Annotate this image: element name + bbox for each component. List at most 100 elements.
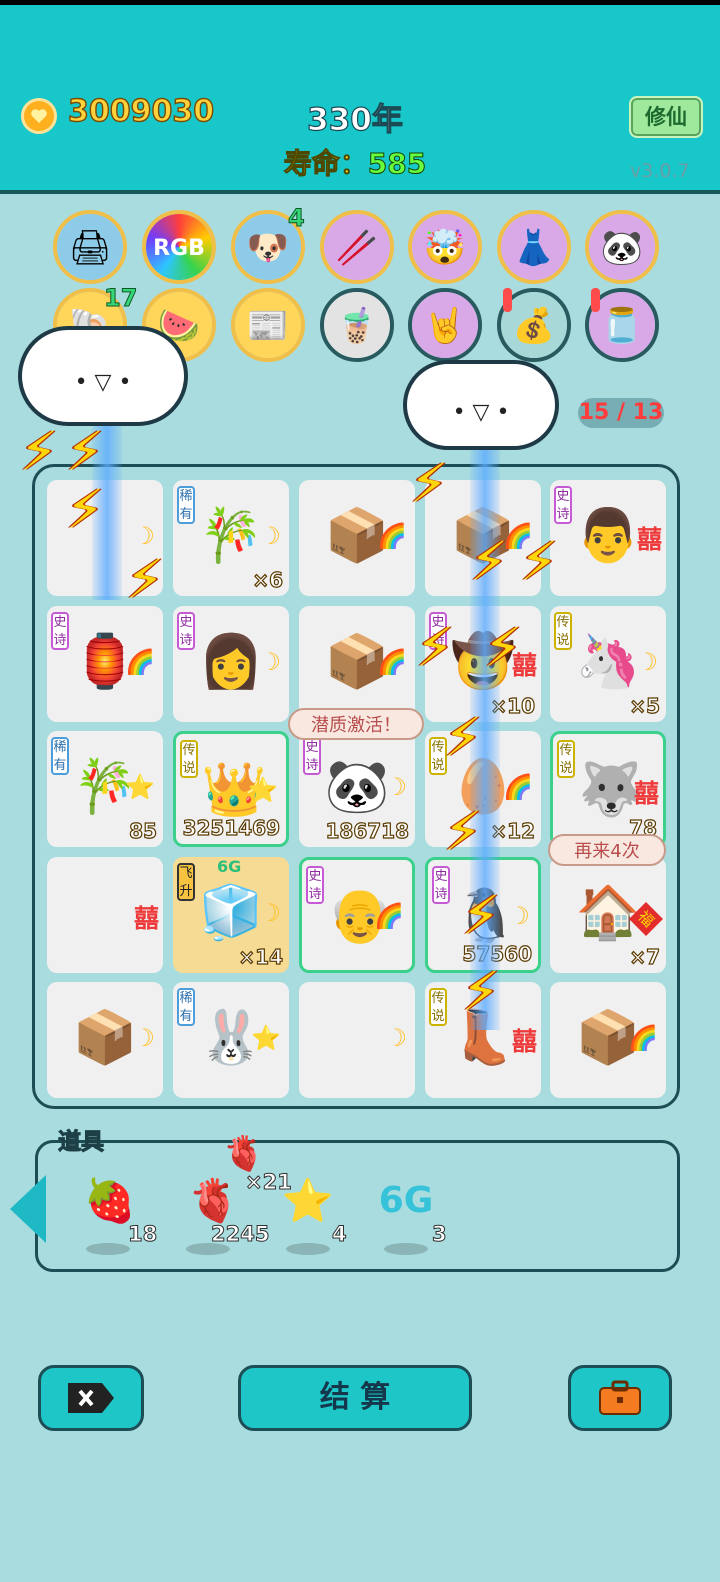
skirt-icon[interactable]: 👗 (497, 210, 571, 284)
scribble-head-icon[interactable]: 🤯 (408, 210, 482, 284)
slot-cell[interactable]: 史诗 👨 囍 (550, 480, 666, 596)
liver-count: 2245 (210, 1222, 270, 1247)
slot-cell[interactable]: 传说 👑 ⭐ 3251469 (173, 731, 289, 847)
rock-hand-icon[interactable]: 🤘 (408, 288, 482, 362)
moon-icon: ☽ (385, 1024, 407, 1052)
slot-cell[interactable]: 稀有 🐰 ⭐ (173, 982, 289, 1098)
item-shadow (286, 1243, 330, 1255)
cell-count: ×6 (252, 567, 284, 592)
cell-count: 3251469 (182, 815, 281, 840)
lychee-count: 18 (127, 1222, 158, 1247)
star-icon: ⭐ (125, 773, 155, 801)
xi-symbol: 囍 (633, 779, 659, 808)
bubble-tea-icon[interactable]: 🧋 (320, 288, 394, 362)
lightning-bolt-icon: ⚡ (462, 884, 500, 947)
rainbow-icon: 🌈 (377, 648, 407, 676)
slot-cell[interactable]: 稀有 🎋 ☽ ×6 (173, 480, 289, 596)
slot-cell[interactable]: 史诗 🐼 ☽ 186718 (299, 731, 415, 847)
panda-icon[interactable]: 🐼 (585, 210, 659, 284)
props-title: 道具 (58, 1129, 105, 1156)
slot-cell[interactable]: 📦 ☽ (47, 982, 163, 1098)
moon-icon: ☽ (385, 773, 407, 801)
fridge-icon: 🧊 (198, 883, 264, 943)
repeat-bubble: 再来4次 (548, 834, 666, 866)
box-icon: 📦 (72, 1008, 138, 1068)
rgb-icon[interactable]: RGB (142, 210, 216, 284)
item-shadow (384, 1243, 428, 1255)
xi-symbol: 囍 (636, 525, 662, 554)
xi-symbol: 囍 (511, 1027, 537, 1056)
briefcase-icon (599, 1380, 641, 1415)
star-icon: ⭐ (251, 1024, 281, 1052)
slot-cell[interactable]: 史诗 🏮 🌈 (47, 606, 163, 722)
rainbow-icon: 🌈 (374, 902, 404, 930)
star-icon: ⭐ (248, 776, 278, 804)
slot-cell[interactable]: 囍 (47, 857, 163, 973)
lifespan-display: 寿命：585 (240, 142, 470, 182)
scroll-left-arrow-icon[interactable] (10, 1175, 46, 1243)
slot-cell[interactable]: 史诗 👩 ☽ (173, 606, 289, 722)
lightning-bolt-icon: ⚡ (20, 420, 58, 483)
panda-icon: 🐼 (324, 757, 390, 817)
lifespan-value: 585 (367, 147, 427, 181)
rainbow-icon: 🌈 (503, 773, 533, 801)
close-button[interactable] (38, 1365, 144, 1431)
lightning-bolt-icon: ⚡ (66, 420, 104, 483)
cultivate-button[interactable]: 修仙 (629, 96, 703, 138)
lightning-bolt-icon: ⚡ (444, 800, 482, 863)
version-label: v3.0.7 (630, 160, 690, 182)
top-edge-line (0, 0, 720, 5)
slot-cell[interactable]: 📦 🌈 (299, 606, 415, 722)
potential-activated-bubble: 潜质激活！ (288, 708, 424, 740)
briefcase-button[interactable] (568, 1365, 672, 1431)
lightning-bolt-icon: ⚡ (66, 478, 104, 541)
shell-level-badge: 17 (103, 284, 138, 313)
slot-cell[interactable]: 📦 🌈 (550, 982, 666, 1098)
settle-button[interactable]: 结 算 (238, 1365, 472, 1431)
lightning-bolt-icon: ⚡ (470, 530, 508, 593)
printer-icon[interactable]: 🖨 (53, 210, 127, 284)
slot-cell[interactable]: 传说 🦄 ☽ ×5 (550, 606, 666, 722)
sack-alert-icon (503, 288, 512, 312)
moon-icon: ☽ (259, 648, 281, 676)
slot-cell[interactable]: 📦 🌈 (299, 480, 415, 596)
moon-icon: ☽ (133, 522, 155, 550)
moon-icon: ☽ (133, 1024, 155, 1052)
star-count: 4 (332, 1222, 348, 1247)
unicorn-icon: 🦄 (575, 632, 641, 692)
moon-icon: ☽ (636, 648, 658, 676)
cell-count: 85 (129, 818, 158, 843)
chopsticks-icon[interactable]: 🥢 (320, 210, 394, 284)
slot-cell[interactable]: 稀有 🎋 ⭐ 85 (47, 731, 163, 847)
lightning-bolt-icon: ⚡ (410, 452, 448, 515)
close-icon (68, 1383, 114, 1413)
cell-count: 186718 (325, 818, 410, 843)
slot-cell[interactable]: 史诗 👴 🌈 (299, 857, 415, 973)
jar-alert-icon (591, 288, 600, 312)
item-shadow (86, 1243, 130, 1255)
lightning-bolt-icon: ⚡ (484, 616, 522, 679)
slot-cell[interactable]: 飞升 6G 🧊 ☽ ×14 (173, 857, 289, 973)
slot-cell[interactable]: 传说 🐺 囍 78 (550, 731, 666, 847)
cell-count: ×7 (629, 944, 661, 969)
slot-cell[interactable]: 🏠 福 ×7 (550, 857, 666, 973)
spin-counter: 15 / 13 (578, 398, 664, 428)
lightning-bolt-icon: ⚡ (444, 706, 482, 769)
cell-count: ×5 (629, 693, 661, 718)
rainbow-icon: 🌈 (628, 1024, 658, 1052)
lightning-bolt-icon: ⚡ (416, 616, 454, 679)
xi-symbol: 囍 (133, 904, 159, 933)
moon-icon: ☽ (259, 522, 281, 550)
lightning-bolt-icon: ⚡ (126, 548, 164, 611)
cloud-icon: • ▽ • (403, 360, 559, 450)
cell-count: ×14 (238, 944, 284, 969)
moon-icon: ☽ (259, 899, 281, 927)
lifespan-label: 寿命： (283, 147, 368, 181)
lightning-bolt-icon: ⚡ (520, 530, 558, 593)
man-face-icon: 👨 (575, 506, 641, 566)
girl-face-icon: 👩 (198, 632, 264, 692)
gold-amount: 3009030 (67, 93, 215, 129)
coin-icon (21, 98, 57, 134)
slot-cell[interactable]: ☽ (299, 982, 415, 1098)
magazine-icon[interactable]: 📰 (231, 288, 305, 362)
